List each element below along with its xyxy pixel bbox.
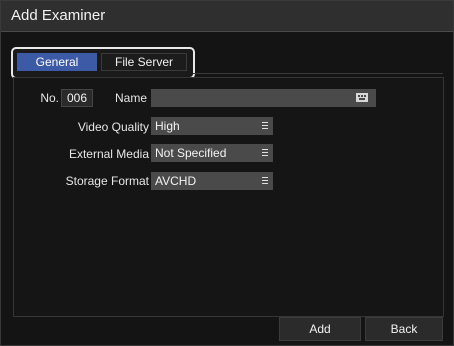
back-button[interactable]: Back [365,317,443,341]
title-bar: Add Examiner [1,1,453,32]
tab-general[interactable]: General [17,53,97,71]
storage-format-label: Storage Format [65,174,149,188]
general-panel [13,77,444,317]
name-input[interactable] [151,89,376,107]
dropdown-list-icon [262,149,268,157]
video-quality-label: Video Quality [77,120,149,134]
examiner-number-field[interactable]: 006 [61,89,93,107]
video-quality-value: High [155,119,180,133]
tab-bar: General File Server [11,47,195,79]
tab-file-server[interactable]: File Server [101,53,187,71]
storage-format-value: AVCHD [155,174,197,188]
external-media-value: Not Specified [155,146,227,160]
dropdown-list-icon [262,122,268,130]
no-label: No. [40,91,59,105]
add-button[interactable]: Add [279,317,361,341]
name-label: Name [114,91,147,105]
keyboard-icon[interactable] [356,93,368,102]
window-title: Add Examiner [11,7,106,24]
dropdown-list-icon [262,177,268,185]
storage-format-select[interactable]: AVCHD [151,172,273,190]
external-media-select[interactable]: Not Specified [151,144,273,162]
button-bar: Add Back [13,317,443,341]
tab-divider [193,73,443,74]
add-examiner-window: Add Examiner General File Server No. 006… [0,0,454,346]
external-media-label: External Media [68,147,149,161]
video-quality-select[interactable]: High [151,117,273,135]
